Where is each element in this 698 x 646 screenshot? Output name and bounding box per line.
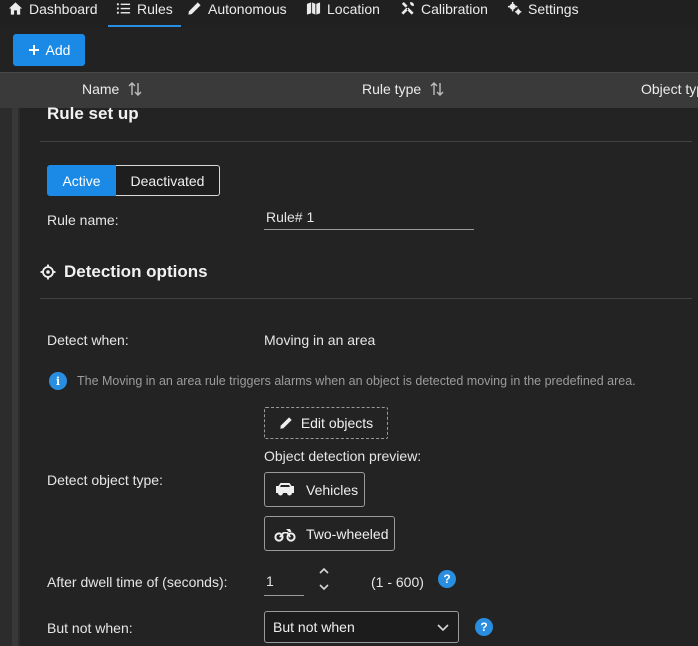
column-header-rule-type[interactable]: Rule type bbox=[362, 81, 445, 97]
nav-dashboard-label: Dashboard bbox=[29, 1, 98, 17]
scroll-track[interactable] bbox=[12, 108, 18, 646]
column-header-name[interactable]: Name bbox=[82, 81, 143, 97]
rule-info-note: i The Moving in an area rule triggers al… bbox=[49, 372, 636, 390]
nav-location[interactable]: Location bbox=[306, 0, 380, 27]
add-button[interactable]: Add bbox=[13, 34, 85, 66]
nav-calibration[interactable]: Calibration bbox=[400, 0, 488, 27]
dwell-time-stepper[interactable] bbox=[318, 566, 332, 596]
nav-settings-label: Settings bbox=[528, 1, 579, 17]
crosshair-icon bbox=[40, 264, 56, 280]
nav-autonomous-label: Autonomous bbox=[208, 1, 287, 17]
dwell-time-range: (1 - 600) bbox=[371, 574, 424, 590]
column-header-rule-type-label: Rule type bbox=[362, 81, 422, 97]
car-icon bbox=[276, 482, 294, 495]
map-icon bbox=[306, 2, 321, 15]
column-header-object-type[interactable]: Object typ bbox=[641, 81, 698, 97]
nav-calibration-label: Calibration bbox=[421, 1, 488, 17]
dwell-time-label: After dwell time of (seconds): bbox=[47, 574, 228, 590]
divider bbox=[40, 141, 692, 142]
help-icon[interactable]: ? bbox=[475, 618, 493, 636]
pencil-icon bbox=[188, 2, 201, 15]
list-icon bbox=[116, 3, 131, 14]
vehicles-button[interactable]: Vehicles bbox=[264, 472, 365, 507]
edit-objects-button[interactable]: Edit objects bbox=[264, 407, 388, 439]
nav-autonomous[interactable]: Autonomous bbox=[187, 0, 287, 27]
chevron-up-icon[interactable] bbox=[318, 566, 330, 576]
nav-rules-label: Rules bbox=[137, 1, 173, 17]
nav-rules[interactable]: Rules bbox=[108, 0, 181, 27]
detection-options-heading: Detection options bbox=[40, 262, 208, 282]
rule-setup-title: Rule set up bbox=[47, 104, 139, 123]
help-icon[interactable]: ? bbox=[438, 570, 456, 588]
detect-when-value: Moving in an area bbox=[264, 332, 376, 348]
info-icon: i bbox=[49, 372, 67, 390]
divider bbox=[40, 298, 692, 299]
tools-icon bbox=[401, 1, 414, 15]
rules-table-header: Name Rule type Object typ bbox=[0, 72, 698, 108]
dwell-time-input[interactable]: 1 bbox=[264, 570, 304, 596]
object-preview-label: Object detection preview: bbox=[264, 448, 422, 464]
detection-options-title: Detection options bbox=[64, 262, 208, 281]
gears-icon bbox=[507, 1, 522, 15]
add-button-label: Add bbox=[45, 42, 71, 58]
nav-location-label: Location bbox=[327, 1, 380, 17]
chevron-down-icon bbox=[437, 624, 449, 632]
pencil-icon bbox=[280, 417, 292, 429]
two-wheeled-label: Two-wheeled bbox=[306, 525, 389, 542]
motorcycle-icon bbox=[274, 528, 296, 542]
deactivated-toggle-button[interactable]: Deactivated bbox=[116, 165, 220, 196]
rule-name-label: Rule name: bbox=[47, 212, 119, 228]
but-not-when-label: But not when: bbox=[47, 620, 133, 636]
detect-object-type-label: Detect object type: bbox=[47, 472, 163, 488]
rule-info-text: The Moving in an area rule triggers alar… bbox=[77, 374, 636, 388]
detect-when-label: Detect when: bbox=[47, 332, 129, 348]
top-navigation: Dashboard Rules Autonomous Location Cali… bbox=[0, 0, 698, 27]
home-icon bbox=[8, 2, 23, 15]
column-header-object-type-label: Object typ bbox=[641, 81, 698, 97]
nav-dashboard[interactable]: Dashboard bbox=[8, 0, 98, 27]
rule-name-input[interactable]: Rule# 1 bbox=[264, 209, 474, 230]
sort-icon bbox=[128, 82, 142, 96]
but-not-when-select[interactable]: But not when bbox=[264, 611, 459, 643]
plus-icon bbox=[28, 45, 39, 55]
nav-settings[interactable]: Settings bbox=[507, 0, 579, 27]
vehicles-label: Vehicles bbox=[306, 481, 359, 498]
status-toggle: Active Deactivated bbox=[47, 165, 220, 196]
active-toggle-button[interactable]: Active bbox=[47, 165, 116, 196]
sort-icon bbox=[430, 82, 444, 96]
two-wheeled-button[interactable]: Two-wheeled bbox=[264, 516, 395, 551]
column-header-name-label: Name bbox=[82, 81, 120, 97]
chevron-down-icon[interactable] bbox=[318, 582, 330, 592]
edit-objects-label: Edit objects bbox=[300, 415, 374, 431]
but-not-when-value: But not when bbox=[273, 619, 355, 635]
